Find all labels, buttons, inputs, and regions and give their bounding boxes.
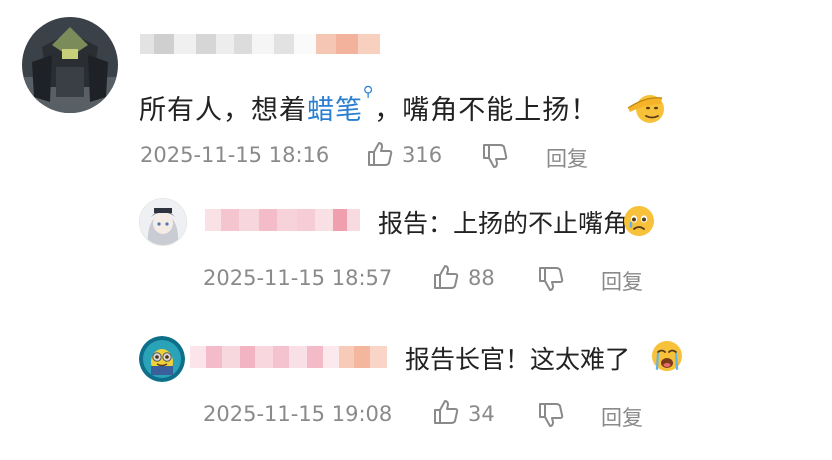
reply-text: 报告长官！这太难了	[405, 345, 631, 374]
reply-timestamp: 2025-11-15 19:08	[203, 402, 393, 426]
thumbs-up-icon[interactable]	[432, 398, 460, 426]
thumbs-up-icon[interactable]	[366, 140, 394, 168]
thumbs-down-icon[interactable]	[481, 142, 509, 170]
face-holding-back-tears-icon	[622, 204, 656, 238]
reply-timestamp: 2025-11-15 18:57	[203, 266, 393, 290]
reply-button[interactable]: 回复	[601, 402, 643, 432]
thumbs-up-icon[interactable]	[432, 263, 460, 291]
thumbs-down-icon[interactable]	[537, 265, 565, 293]
avatar-main-commenter[interactable]	[22, 17, 118, 113]
username-blurred[interactable]	[140, 34, 380, 54]
username-blurred[interactable]	[190, 346, 388, 368]
reply-button[interactable]: 回复	[601, 266, 643, 296]
topic-link[interactable]: 蜡笔	[307, 95, 363, 126]
avatar-reply-2[interactable]	[139, 336, 185, 382]
search-icon[interactable]: ⚲	[363, 84, 374, 100]
avatar-reply-1[interactable]	[139, 198, 187, 246]
reply-text: 报告：上扬的不止嘴角	[378, 209, 629, 238]
username-blurred[interactable]	[205, 209, 360, 231]
reply-button[interactable]: 回复	[546, 143, 588, 173]
loudly-crying-face-icon	[650, 339, 684, 373]
like-count: 34	[468, 402, 495, 426]
comment-text: 所有人，想着蜡笔⚲，嘴角不能上扬！	[139, 84, 599, 127]
like-count: 88	[468, 266, 495, 290]
saluting-face-icon	[626, 86, 668, 128]
comment-text-suffix: ，嘴角不能上扬！	[374, 95, 599, 126]
thumbs-down-icon[interactable]	[537, 401, 565, 429]
like-count: 316	[402, 143, 443, 167]
comment-timestamp: 2025-11-15 18:16	[140, 143, 330, 167]
comment-text-prefix: 所有人，想着	[139, 95, 307, 126]
